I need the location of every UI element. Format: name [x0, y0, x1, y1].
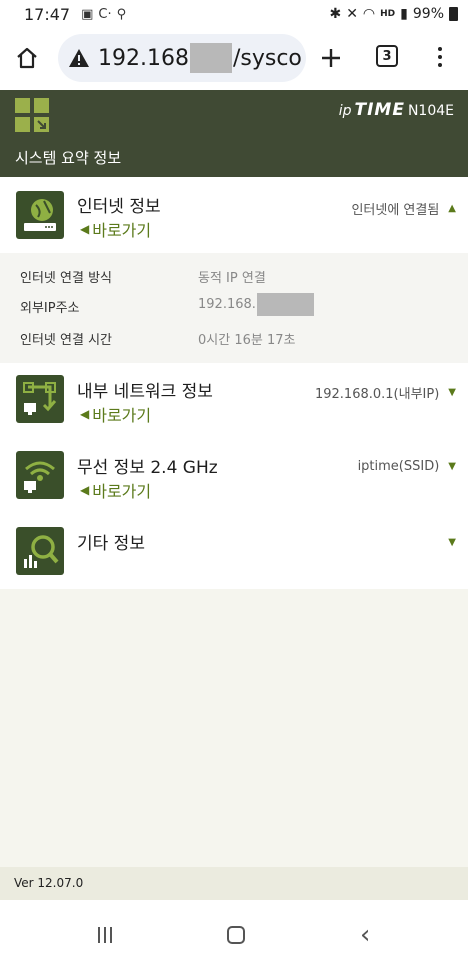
expand-arrow-icon[interactable]: ▼	[448, 387, 456, 398]
gallery-icon: ▣	[81, 6, 94, 22]
mute-icon: ✕	[346, 6, 358, 22]
plus-icon	[322, 49, 340, 67]
detail-value: 동적 IP 연결	[198, 271, 266, 286]
home-nav-button[interactable]	[226, 926, 245, 944]
section-wireless: 무선 정보 2.4 GHz ◀ 바로가기 iptime(SSID) ▼	[0, 439, 468, 515]
brand-time: TIME	[354, 100, 405, 120]
detail-label: 외부IP주소	[20, 301, 80, 316]
model-name: N104E	[407, 103, 454, 119]
section-title[interactable]: 인터넷 정보	[77, 192, 161, 217]
goto-link-label: 바로가기	[92, 221, 152, 240]
status-bar: 17:47 ▣ C· ⚲ ✱ ✕ ◠ HD ▮ 99%	[0, 0, 468, 28]
not-secure-icon[interactable]	[68, 47, 90, 69]
internet-icon	[16, 191, 64, 239]
page-title: 시스템 요약 정보	[15, 149, 122, 167]
expand-arrow-icon[interactable]: ▼	[448, 461, 456, 472]
home-icon	[17, 47, 37, 69]
android-nav-bar: ‹	[0, 900, 468, 970]
section-internet-info: 인터넷 정보 ◀ 바로가기 인터넷에 연결됨 ▲ 인터넷 연결 방식 동적 IP…	[0, 177, 468, 363]
redacted-block	[256, 293, 314, 316]
menu-dot	[438, 47, 442, 51]
recent-apps-button[interactable]	[97, 927, 112, 943]
firmware-version: Ver 12.07.0	[14, 876, 84, 890]
status-time: 17:47	[24, 4, 71, 24]
internet-status: 인터넷에 연결됨	[351, 203, 440, 218]
section-title[interactable]: 기타 정보	[77, 529, 145, 554]
detail-value-ip: 192.168.	[198, 293, 314, 316]
iptime-logo-icon[interactable]	[15, 98, 49, 132]
link-icon: ⚲	[116, 6, 127, 22]
external-ip: 192.168.	[198, 297, 256, 312]
empty-area	[0, 589, 468, 867]
new-tab-button[interactable]	[313, 40, 349, 76]
url-prefix: 192.168	[98, 45, 189, 71]
brand-model: ip TIME N104E	[339, 100, 454, 120]
triangle-left-icon: ◀	[80, 483, 90, 497]
signal-icon: ▮	[400, 6, 408, 22]
recent-bar	[97, 927, 100, 943]
recent-bar	[109, 927, 112, 943]
url-suffix: /sysco	[232, 45, 302, 71]
address-bar[interactable]: 192.168 /sysco	[58, 34, 306, 82]
c-app-icon: C·	[98, 6, 112, 22]
goto-link-network[interactable]: ◀ 바로가기	[80, 402, 151, 426]
section-title[interactable]: 무선 정보 2.4 GHz	[77, 453, 218, 478]
detail-label: 인터넷 연결 시간	[20, 333, 112, 348]
goto-link-label: 바로가기	[92, 406, 152, 425]
back-button[interactable]: ‹	[360, 922, 370, 948]
triangle-left-icon: ◀	[80, 222, 90, 236]
brand-ip: ip	[338, 103, 352, 119]
summary-content: 인터넷 정보 ◀ 바로가기 인터넷에 연결됨 ▲ 인터넷 연결 방식 동적 IP…	[0, 177, 468, 589]
section-toggle[interactable]: 인터넷에 연결됨 ▲	[351, 199, 456, 218]
goto-link-internet[interactable]: ◀ 바로가기	[80, 217, 151, 241]
redacted-block	[189, 43, 232, 73]
section-internal-network: 내부 네트워크 정보 ◀ 바로가기 192.168.0.1(내부IP) ▼	[0, 363, 468, 439]
section-toggle[interactable]: ▼	[448, 537, 456, 548]
search-chart-icon	[16, 527, 64, 575]
home-button[interactable]	[0, 32, 54, 84]
network-icon	[16, 375, 64, 423]
battery-icon	[449, 7, 458, 21]
section-other-info: 기타 정보 ▼	[0, 515, 468, 589]
wifi-icon: ◠	[362, 6, 376, 22]
browser-toolbar: 192.168 /sysco 3	[0, 32, 468, 84]
ssid-status: iptime(SSID)	[357, 459, 440, 474]
recent-bar	[103, 927, 106, 943]
browser-menu-button[interactable]	[428, 42, 452, 72]
bluetooth-icon: ✱	[329, 6, 342, 22]
section-toggle[interactable]: 192.168.0.1(내부IP) ▼	[315, 383, 456, 402]
expand-arrow-icon[interactable]: ▼	[448, 537, 456, 548]
menu-dot	[438, 63, 442, 67]
detail-label: 인터넷 연결 방식	[20, 271, 112, 286]
collapse-arrow-icon[interactable]: ▲	[448, 203, 456, 214]
router-header: ip TIME N104E 시스템 요약 정보	[0, 90, 468, 177]
url-text: 192.168 /sysco	[98, 43, 302, 73]
section-toggle[interactable]: iptime(SSID) ▼	[358, 459, 456, 474]
hd-voice-icon: HD	[380, 9, 396, 19]
wifi-icon	[16, 451, 64, 499]
battery-percent: 99%	[412, 6, 444, 22]
section-title[interactable]: 내부 네트워크 정보	[77, 377, 213, 402]
internal-ip-status: 192.168.0.1(내부IP)	[314, 387, 440, 402]
footer: Ver 12.07.0	[0, 867, 468, 900]
menu-dot	[438, 55, 442, 59]
detail-value: 0시간 16분 17초	[198, 333, 296, 348]
goto-link-wireless[interactable]: ◀ 바로가기	[80, 478, 151, 502]
tab-switcher-button[interactable]: 3	[376, 45, 398, 67]
goto-link-label: 바로가기	[92, 482, 152, 501]
internet-details: 인터넷 연결 방식 동적 IP 연결 외부IP주소 192.168. 인터넷 연…	[0, 253, 468, 363]
triangle-left-icon: ◀	[80, 407, 90, 421]
